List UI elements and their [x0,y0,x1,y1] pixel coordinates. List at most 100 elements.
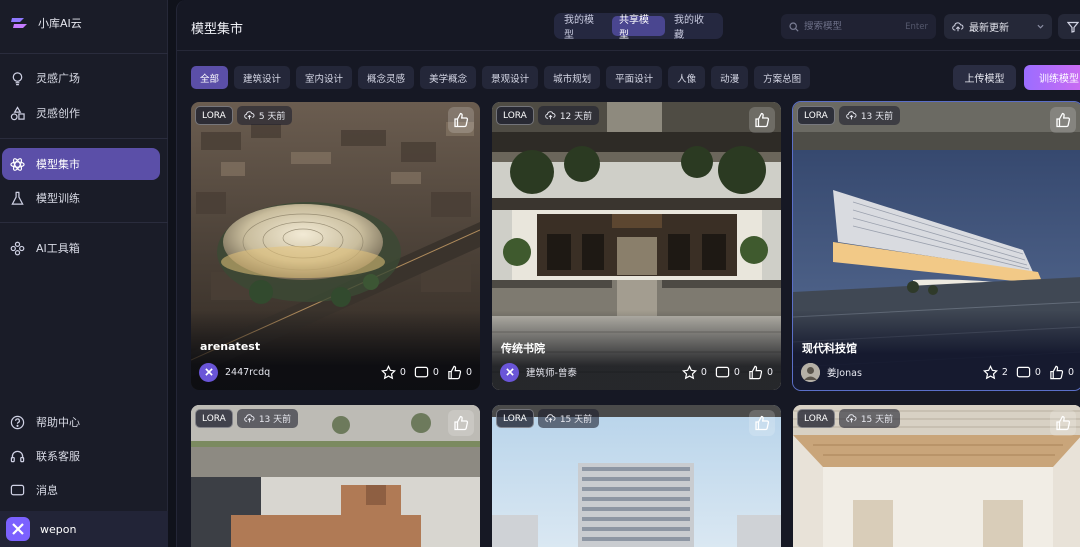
user-profile[interactable]: wepon [0,511,168,547]
star-stat[interactable]: 2 [982,364,1008,380]
model-card[interactable]: LORA 5 天前 arenatest 2447rcdq 0 0 0 [191,102,480,390]
tab-my-favorites[interactable]: 我的收藏 [667,15,720,41]
category-filter-bar: 全部 建筑设计 室内设计 概念灵感 美学概念 景观设计 城市规划 平面设计 人像… [191,66,811,89]
cloud-upload-icon [952,21,964,31]
author-name: 建筑师-曾泰 [526,368,577,379]
nav-messages[interactable]: 消息 [2,474,160,506]
nav-customer-service[interactable]: 联系客服 [2,440,160,472]
category-aesthetic[interactable]: 美学概念 [420,66,477,89]
star-icon [380,364,396,379]
updated-time: 15 天前 [860,415,894,425]
brand-logo-icon [11,18,27,28]
category-concept[interactable]: 概念灵感 [358,66,415,89]
star-icon [681,364,697,379]
comment-stat[interactable]: 0 [1016,365,1041,380]
search-input[interactable] [804,21,901,32]
time-badge: 15 天前 [537,409,600,428]
cloud-upload-icon [244,414,255,423]
sidebar: 小库AI云 灵感广场 灵感创作 模型集市 模型训练 AI工具箱 帮助中心 联系客… [0,0,168,547]
thumbs-up-icon [755,415,770,431]
filter-button[interactable] [1058,14,1080,39]
nav-label: AI工具箱 [36,242,80,255]
tab-my-models[interactable]: 我的模型 [557,15,610,41]
train-model-button[interactable]: 训练模型 [1024,65,1080,90]
nav-model-market[interactable]: 模型集市 [2,148,160,180]
like-stat[interactable]: 0 [748,365,773,380]
app-window: 小库AI云 灵感广场 灵感创作 模型集市 模型训练 AI工具箱 帮助中心 联系客… [0,0,1080,547]
filter-icon [1067,21,1079,33]
model-card[interactable]: LORA 13 天前 [191,405,480,547]
card-stats: 0 0 0 [380,364,472,380]
like-stat[interactable]: 0 [1049,365,1074,380]
star-stat[interactable]: 0 [681,364,707,380]
category-architecture[interactable]: 建筑设计 [234,66,291,89]
nav-inspiration-square[interactable]: 灵感广场 [2,62,160,94]
favorite-button[interactable] [448,410,474,436]
cloud-upload-icon [244,111,255,120]
star-icon [982,364,998,379]
card-stats: 2 0 0 [982,364,1074,380]
star-stat[interactable]: 0 [380,364,406,380]
user-photo-icon [801,362,820,382]
star-count: 0 [399,366,406,378]
comment-stat[interactable]: 0 [715,365,740,380]
category-landscape[interactable]: 景观设计 [482,66,539,89]
flask-icon [11,191,24,205]
thumbs-up-icon [1050,365,1064,379]
category-graphic[interactable]: 平面设计 [606,66,663,89]
sidebar-divider [0,53,168,54]
favorite-button[interactable] [749,410,775,436]
author-name: 2447rcdq [225,366,271,378]
time-badge: 13 天前 [838,106,901,125]
time-badge: 13 天前 [236,409,299,428]
nav-model-training[interactable]: 模型训练 [2,182,160,214]
tab-shared-models[interactable]: 共享模型 [612,15,665,41]
model-card[interactable]: LORA 12 天前 传统书院 建筑师-曾泰 0 0 0 [492,102,781,390]
category-interior[interactable]: 室内设计 [296,66,353,89]
model-type-badge: LORA [797,409,835,428]
card-tags: LORA 15 天前 [496,409,600,428]
cloud-upload-icon [545,414,556,423]
updated-time: 13 天前 [860,112,894,122]
nav-help-center[interactable]: 帮助中心 [2,406,160,438]
brand[interactable]: 小库AI云 [10,12,82,34]
model-card[interactable]: LORA 15 天前 [793,405,1080,547]
favorite-button[interactable] [1050,410,1076,436]
category-anime[interactable]: 动漫 [711,66,749,89]
card-meta: 姜Jonas 2 0 0 [801,361,1074,383]
card-title: 传统书院 [501,342,545,355]
thumbs-up-icon [1056,112,1071,128]
time-badge: 12 天前 [537,106,600,125]
atom-icon [10,157,25,171]
nav-label: 灵感广场 [36,72,80,85]
sort-dropdown[interactable]: 最新更新 [944,14,1052,39]
comment-stat[interactable]: 0 [414,365,439,380]
nav-inspiration-create[interactable]: 灵感创作 [2,97,160,129]
category-urban-planning[interactable]: 城市规划 [544,66,601,89]
avatar [6,517,30,541]
like-count: 0 [1067,366,1074,378]
category-site-plan[interactable]: 方案总图 [754,66,811,89]
model-type-badge: LORA [496,106,534,125]
model-type-badge: LORA [195,106,233,125]
favorite-button[interactable] [1050,107,1076,133]
upload-model-button[interactable]: 上传模型 [953,65,1016,90]
favorite-button[interactable] [448,107,474,133]
cloud-upload-icon [545,111,556,120]
thumbs-up-icon [755,112,770,128]
cloud-upload-icon [846,111,857,120]
category-all[interactable]: 全部 [191,66,229,89]
comment-count: 0 [1034,366,1041,378]
model-type-badge: LORA [496,409,534,428]
nav-ai-toolbox[interactable]: AI工具箱 [2,232,160,264]
updated-time: 15 天前 [559,415,593,425]
category-portrait[interactable]: 人像 [668,66,706,89]
favorite-button[interactable] [749,107,775,133]
time-badge: 15 天前 [838,409,901,428]
headset-icon [10,450,25,462]
card-stats: 0 0 0 [681,364,773,380]
thumbs-up-icon [448,365,462,379]
model-card[interactable]: LORA 13 天前 现代科技馆 姜Jonas 2 0 0 [792,101,1080,391]
like-stat[interactable]: 0 [447,365,472,380]
model-card[interactable]: LORA 15 天前 [492,405,781,547]
